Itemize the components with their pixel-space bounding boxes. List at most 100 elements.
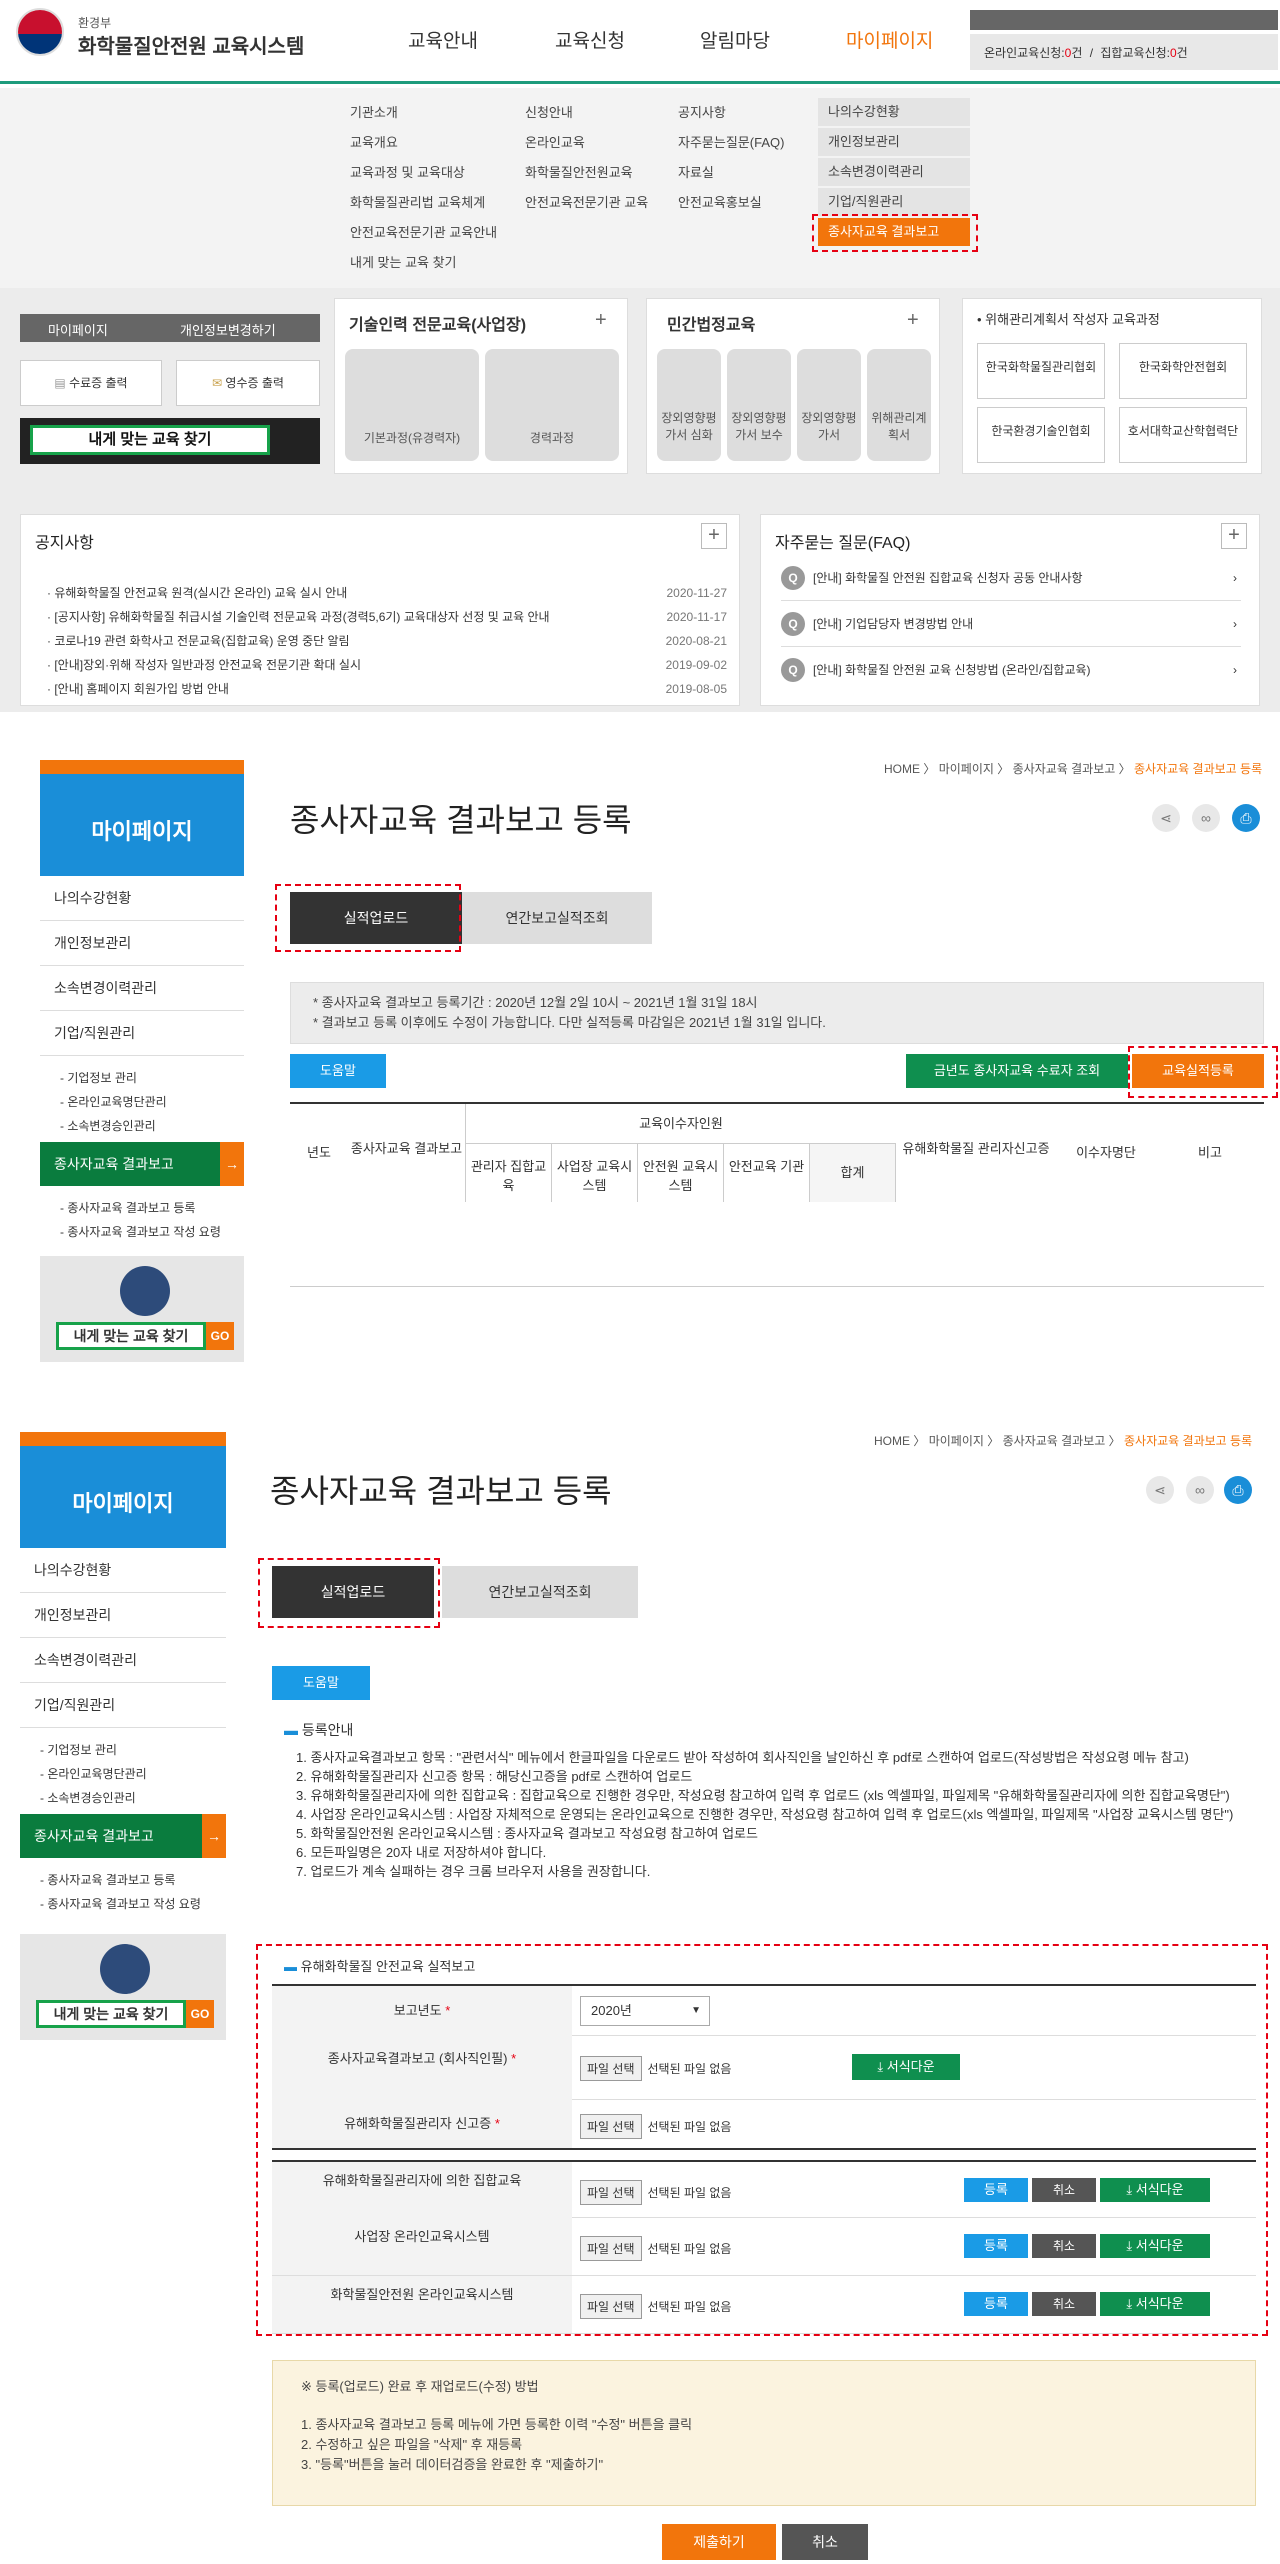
course-item[interactable]: 장외영향평가서 심화: [657, 349, 721, 461]
year-select[interactable]: 2020년 ▼: [580, 1996, 710, 2026]
nav-edu-apply[interactable]: 교육신청: [555, 26, 625, 53]
side-sub-item[interactable]: - 온라인교육명단관리: [40, 1090, 244, 1114]
cert-print-button[interactable]: ▤ 수료증 출력: [20, 360, 162, 406]
nav-mypage[interactable]: 마이페이지: [846, 26, 933, 53]
nav-notice[interactable]: 알림마당: [700, 26, 770, 53]
print-icon[interactable]: ⎙: [1232, 804, 1260, 832]
side-item[interactable]: 소속변경이력관리: [20, 1638, 226, 1683]
side-item[interactable]: 나의수강현황: [40, 876, 244, 921]
file-button[interactable]: 파일 선택: [580, 2114, 642, 2139]
file-button[interactable]: 파일 선택: [580, 2294, 642, 2319]
side-item[interactable]: 나의수강현황: [20, 1548, 226, 1593]
menu-item[interactable]: 소속변경이력관리: [818, 158, 970, 186]
file-button[interactable]: 파일 선택: [580, 2056, 642, 2081]
org-link[interactable]: 한국화학물질관리협회: [977, 343, 1105, 399]
receipt-print-button[interactable]: ✉ 영수증 출력: [176, 360, 320, 406]
tab-annual[interactable]: 연간보고실적조회: [462, 892, 652, 944]
menu-item[interactable]: 교육개요: [350, 128, 520, 158]
find-edu-banner[interactable]: 내게 맞는 교육 찾기 GO: [40, 1256, 244, 1362]
form-download-button[interactable]: ⤓ 서식다운: [1100, 2178, 1210, 2202]
side-sub-item[interactable]: - 종사자교육 결과보고 등록: [40, 1196, 244, 1220]
cert-file-input[interactable]: 파일 선택 선택된 파일 없음: [580, 2114, 731, 2139]
side-item[interactable]: 기업/직원관리: [20, 1683, 226, 1728]
plus-icon[interactable]: +: [595, 309, 607, 332]
crumb-mypage[interactable]: 마이페이지: [929, 1434, 984, 1448]
plus-icon[interactable]: +: [701, 523, 727, 549]
faq-item[interactable]: Q [안내] 화학물질 안전원 집합교육 신청자 공동 안내사항 ›: [781, 555, 1241, 601]
plus-icon[interactable]: +: [907, 309, 919, 332]
change-info-link[interactable]: 개인정보변경하기: [180, 320, 276, 339]
menu-item[interactable]: 기관소개: [350, 98, 520, 128]
course-item[interactable]: 장외영향평가서 보수: [727, 349, 791, 461]
help-button[interactable]: 도움말: [272, 1666, 370, 1700]
find-edu-banner[interactable]: 내게 맞는 교육 찾기 GO: [20, 1934, 226, 2040]
tab-annual[interactable]: 연간보고실적조회: [442, 1566, 638, 1618]
side-item-selected[interactable]: 종사자교육 결과보고 →: [40, 1142, 244, 1186]
logo-title[interactable]: 화학물질안전원 교육시스템: [78, 30, 304, 59]
menu-item[interactable]: 안전교육전문기관 교육안내: [350, 218, 520, 248]
course-career[interactable]: 경력과정: [485, 349, 619, 461]
course-item[interactable]: 위해관리계획서: [867, 349, 931, 461]
link-icon[interactable]: ∞: [1192, 804, 1220, 832]
link-icon[interactable]: ∞: [1186, 1476, 1214, 1504]
menu-item[interactable]: 교육과정 및 교육대상: [350, 158, 520, 188]
course-basic[interactable]: 기본과정(유경력자): [345, 349, 479, 461]
government-logo-icon[interactable]: [16, 8, 64, 56]
register-button[interactable]: 등록: [964, 2234, 1028, 2258]
menu-item[interactable]: 내게 맞는 교육 찾기: [350, 248, 520, 278]
list-item[interactable]: · 코로나19 관련 화학사고 전문교육(집합교육) 운영 중단 알림 2020-…: [47, 629, 727, 653]
find-edu-button[interactable]: 내게 맞는 교육 찾기: [20, 418, 320, 464]
cancel-button[interactable]: 취소: [1032, 2292, 1096, 2316]
form-download-button[interactable]: ⤓ 서식다운: [1100, 2292, 1210, 2316]
form-download-button[interactable]: ⤓ 서식다운: [1100, 2234, 1210, 2258]
help-button[interactable]: 도움말: [290, 1054, 386, 1088]
side-sub-item[interactable]: - 온라인교육명단관리: [20, 1762, 226, 1786]
cancel-button[interactable]: 취소: [1032, 2178, 1096, 2202]
group-file-input[interactable]: 파일 선택 선택된 파일 없음: [580, 2180, 731, 2205]
menu-item[interactable]: 화학물질안전원교육: [525, 158, 695, 188]
form-download-button[interactable]: ⤓ 서식다운: [852, 2054, 960, 2080]
register-button[interactable]: 등록: [964, 2178, 1028, 2202]
side-sub-item[interactable]: - 기업정보 관리: [40, 1066, 244, 1090]
side-sub-item[interactable]: - 종사자교육 결과보고 작성 요령: [20, 1892, 226, 1916]
list-item[interactable]: · [안내] 홈페이지 회원가입 방법 안내 2019-08-05: [47, 677, 727, 701]
print-icon[interactable]: ⎙: [1224, 1476, 1252, 1504]
side-sub-item[interactable]: - 종사자교육 결과보고 등록: [20, 1868, 226, 1892]
side-item[interactable]: 기업/직원관리: [40, 1011, 244, 1056]
mypage-link[interactable]: 마이페이지: [48, 320, 108, 339]
side-item[interactable]: 소속변경이력관리: [40, 966, 244, 1011]
nav-edu-info[interactable]: 교육안내: [408, 26, 478, 53]
lookup-completers-button[interactable]: 금년도 종사자교육 수료자 조회: [906, 1054, 1128, 1088]
crumb-home[interactable]: HOME: [884, 762, 920, 776]
list-item[interactable]: · [안내]장외·위해 작성자 일반과정 안전교육 전문기관 확대 실시 2019…: [47, 653, 727, 677]
cancel-button[interactable]: 취소: [1032, 2234, 1096, 2258]
menu-item[interactable]: 신청안내: [525, 98, 695, 128]
menu-item[interactable]: 나의수강현황: [818, 98, 970, 126]
menu-item[interactable]: 기업/직원관리: [818, 188, 970, 216]
menu-item[interactable]: 안전교육전문기관 교육: [525, 188, 695, 218]
plus-icon[interactable]: +: [1221, 523, 1247, 549]
course-item[interactable]: 장외영향평가서: [797, 349, 861, 461]
workplace-file-input[interactable]: 파일 선택 선택된 파일 없음: [580, 2236, 731, 2261]
side-sub-item[interactable]: - 소속변경승인관리: [20, 1786, 226, 1810]
side-sub-item[interactable]: - 종사자교육 결과보고 작성 요령: [40, 1220, 244, 1244]
side-sub-item[interactable]: - 소속변경승인관리: [40, 1114, 244, 1138]
cancel-button[interactable]: 취소: [782, 2524, 868, 2560]
org-link[interactable]: 한국환경기술인협회: [977, 407, 1105, 463]
side-item[interactable]: 개인정보관리: [40, 921, 244, 966]
share-icon[interactable]: ⋖: [1152, 804, 1180, 832]
menu-item[interactable]: 개인정보관리: [818, 128, 970, 156]
list-item[interactable]: · [공지사항] 유해화학물질 취급시설 기술인력 전문교육 과정(경력5,6기…: [47, 605, 727, 629]
submit-button[interactable]: 제출하기: [662, 2524, 776, 2560]
file-button[interactable]: 파일 선택: [580, 2180, 642, 2205]
org-link[interactable]: 한국화학안전협회: [1119, 343, 1247, 399]
side-item[interactable]: 개인정보관리: [20, 1593, 226, 1638]
report-file-input[interactable]: 파일 선택 선택된 파일 없음: [580, 2056, 731, 2081]
crumb-mypage[interactable]: 마이페이지: [939, 762, 994, 776]
register-button[interactable]: 등록: [964, 2292, 1028, 2316]
file-button[interactable]: 파일 선택: [580, 2236, 642, 2261]
crumb-report[interactable]: 종사자교육 결과보고: [1013, 762, 1116, 776]
menu-item[interactable]: 화학물질관리법 교육체계: [350, 188, 520, 218]
crumb-home[interactable]: HOME: [874, 1434, 910, 1448]
faq-item[interactable]: Q [안내] 기업담당자 변경방법 안내 ›: [781, 601, 1241, 647]
